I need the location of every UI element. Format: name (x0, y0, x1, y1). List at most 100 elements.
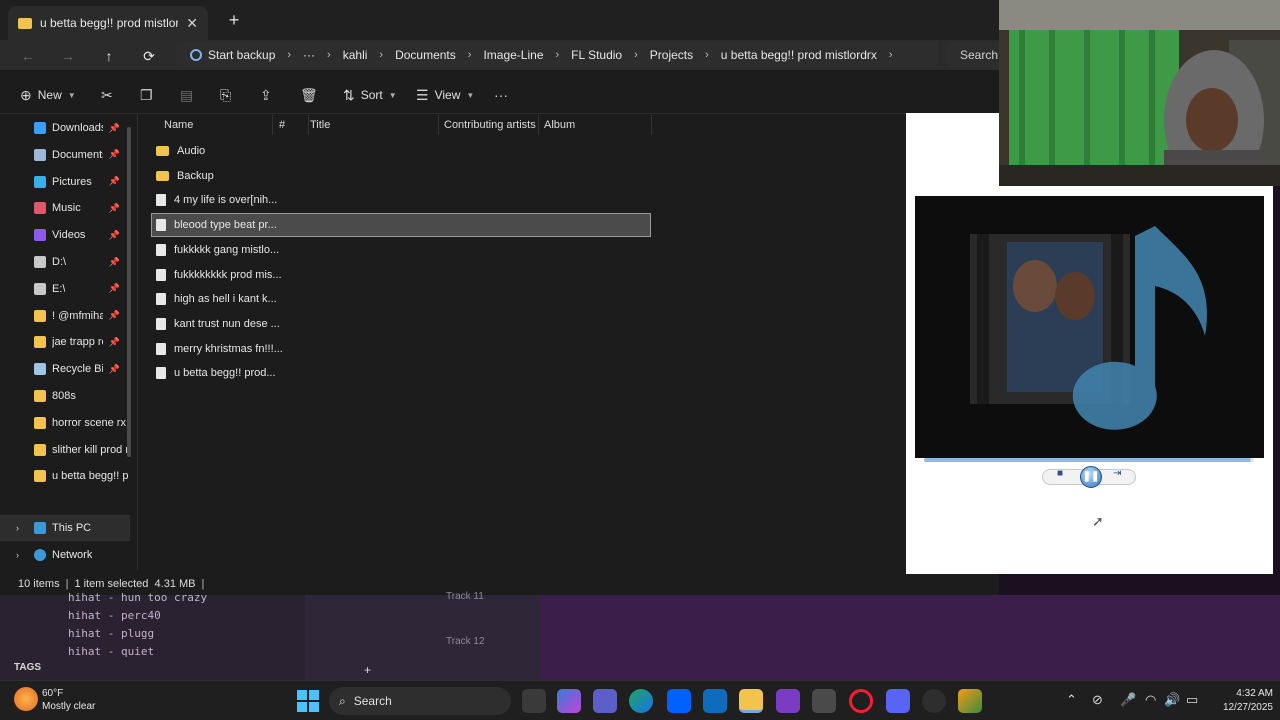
discord-icon[interactable] (886, 689, 910, 713)
fl-browser-item[interactable]: hihat - hun too crazy (68, 591, 207, 604)
new-button[interactable]: ⊕ New ▼ (20, 84, 76, 106)
cut-button[interactable]: ✂ (101, 84, 113, 106)
windows-start-icon[interactable] (297, 690, 319, 712)
nav-item[interactable]: horror scene rx p (0, 410, 130, 436)
track-12-label[interactable]: Track 12 (446, 636, 485, 647)
volume-icon[interactable]: 🔊 (1164, 692, 1180, 708)
file-row[interactable]: u betta begg!! prod... (152, 362, 650, 384)
add-track-button[interactable]: + (364, 663, 371, 677)
fl-browser-item[interactable]: hihat - quiet (68, 645, 154, 658)
file-explorer-icon[interactable] (739, 689, 763, 713)
explorer-tab[interactable]: u betta begg!! prod mistlordrx ✕ (8, 6, 208, 40)
nav-item[interactable]: jae trapp recc 📌 (0, 329, 130, 355)
nav-item[interactable]: Recycle Bin 📌 (0, 356, 130, 382)
clipchamp-icon[interactable] (776, 689, 800, 713)
microphone-icon[interactable]: 🎤 (1120, 692, 1136, 708)
outlook-icon[interactable] (703, 689, 727, 713)
chevron-right-icon[interactable]: › (883, 49, 899, 61)
nav-item[interactable]: Documents 📌 (0, 142, 130, 168)
more-options-button[interactable]: ··· (494, 84, 508, 106)
weather-widget[interactable]: 60°F Mostly clear (42, 687, 95, 713)
rename-button[interactable]: ⎘ (220, 84, 231, 106)
fl-browser-item[interactable]: hihat - perc40 (68, 609, 161, 622)
breadcrumb-documents[interactable]: Documents (389, 48, 462, 62)
column-header-name[interactable]: Name (158, 115, 273, 135)
breadcrumb-projects[interactable]: Projects (644, 48, 699, 62)
close-tab-icon[interactable]: ✕ (186, 15, 198, 32)
track-11-label[interactable]: Track 11 (446, 591, 484, 602)
folder-row[interactable]: Backup (152, 165, 650, 187)
rename-icon: ⎘ (220, 86, 232, 103)
forward-button[interactable]: → (56, 44, 80, 68)
nav-item[interactable]: Music 📌 (0, 195, 130, 221)
camera-icon[interactable] (812, 689, 836, 713)
chevron-right-icon: › (287, 49, 292, 61)
file-row[interactable]: 4 my life is over[nih... (152, 189, 650, 211)
nav-item[interactable]: D:\ 📌 (0, 249, 130, 275)
task-view-icon[interactable] (522, 689, 546, 713)
share-button[interactable]: ⇪ (260, 84, 272, 106)
stop-button[interactable]: ■ (1057, 468, 1063, 479)
nav-item[interactable]: Videos 📌 (0, 222, 130, 248)
edge-browser-icon[interactable] (629, 689, 653, 713)
fl-studio-icon[interactable] (958, 689, 982, 713)
media-progress-bar[interactable] (924, 458, 1254, 462)
breadcrumb-current-folder[interactable]: u betta begg!! prod mistlordrx (715, 48, 883, 62)
column-header-artists[interactable]: Contributing artists (438, 115, 539, 135)
notifications-off-icon[interactable]: ⊘ (1092, 692, 1103, 708)
file-row[interactable]: high as hell i kant k... (152, 288, 650, 310)
nav-item[interactable]: E:\ 📌 (0, 276, 130, 302)
nav-item[interactable]: Pictures 📌 (0, 169, 130, 195)
column-header-title[interactable]: Title (304, 115, 439, 135)
teams-icon[interactable] (593, 689, 617, 713)
search-input[interactable]: Search (946, 42, 1006, 68)
audio-file-icon (156, 293, 166, 306)
taskbar-search[interactable]: ⌕ Search (329, 687, 511, 715)
file-row[interactable]: merry khristmas fn!!!... (152, 338, 650, 360)
column-header-album[interactable]: Album (538, 115, 652, 135)
back-button[interactable]: ← (16, 44, 40, 68)
opera-icon[interactable] (849, 689, 873, 713)
view-button[interactable]: ☰ View ▼ (416, 84, 474, 106)
start-backup-button[interactable]: Start backup (184, 48, 281, 62)
chevron-right-icon[interactable]: › (16, 523, 19, 533)
file-row[interactable]: fukkkkk gang mistlo... (152, 239, 650, 261)
file-row[interactable]: bleood type beat pr... (151, 213, 651, 238)
delete-button[interactable]: 🗑 (300, 84, 318, 106)
address-bar[interactable]: Start backup › ··· › kahli › Documents ›… (176, 42, 938, 68)
fl-browser-item[interactable]: hihat - plugg (68, 627, 154, 640)
obs-icon[interactable] (922, 689, 946, 713)
folder-row[interactable]: Audio (152, 140, 650, 162)
pause-button[interactable]: ❚❚ (1080, 466, 1102, 488)
file-row[interactable]: kant trust nun dese ... (152, 313, 650, 335)
refresh-button[interactable]: ⟳ (137, 44, 161, 68)
nav-item[interactable]: ! @mfmihar 📌 (0, 303, 130, 329)
paste-button[interactable]: ▤ (180, 84, 193, 106)
nav-item[interactable]: slither kill prod r (0, 437, 130, 463)
battery-icon[interactable]: ▭ (1186, 692, 1198, 708)
nav-item[interactable]: 808s (0, 383, 130, 409)
weather-icon[interactable] (14, 687, 38, 711)
next-button[interactable]: ⇥ (1113, 468, 1121, 479)
copy-button[interactable]: ❐ (140, 84, 153, 106)
copilot-icon[interactable] (557, 689, 581, 713)
up-button[interactable]: ↑ (97, 44, 121, 68)
navigation-scrollbar[interactable] (127, 127, 131, 457)
nav-this-pc[interactable]: › This PC (0, 515, 130, 541)
pin-icon: 📌 (108, 229, 120, 240)
sort-button[interactable]: ⇅ Sort ▼ (343, 84, 397, 106)
file-row[interactable]: fukkkkkkkk prod mis... (152, 264, 650, 286)
breadcrumb-image-line[interactable]: Image-Line (477, 48, 549, 62)
nav-item[interactable]: u betta begg!! p (0, 463, 130, 489)
tray-overflow-icon[interactable]: ⌃ (1066, 692, 1077, 708)
breadcrumb-fl-studio[interactable]: FL Studio (565, 48, 628, 62)
dropbox-icon[interactable] (667, 689, 691, 713)
new-tab-button[interactable]: + (224, 10, 244, 30)
wifi-icon[interactable]: ◠ (1145, 692, 1156, 708)
nav-item[interactable]: Downloads 📌 (0, 115, 130, 141)
taskbar-clock[interactable]: 4:32 AM 12/27/2025 (1211, 687, 1273, 715)
breadcrumb-more[interactable]: ··· (297, 48, 321, 62)
breadcrumb-kahli[interactable]: kahli (337, 48, 374, 62)
chevron-right-icon[interactable]: › (16, 550, 19, 560)
nav-network[interactable]: › Network (0, 542, 130, 568)
